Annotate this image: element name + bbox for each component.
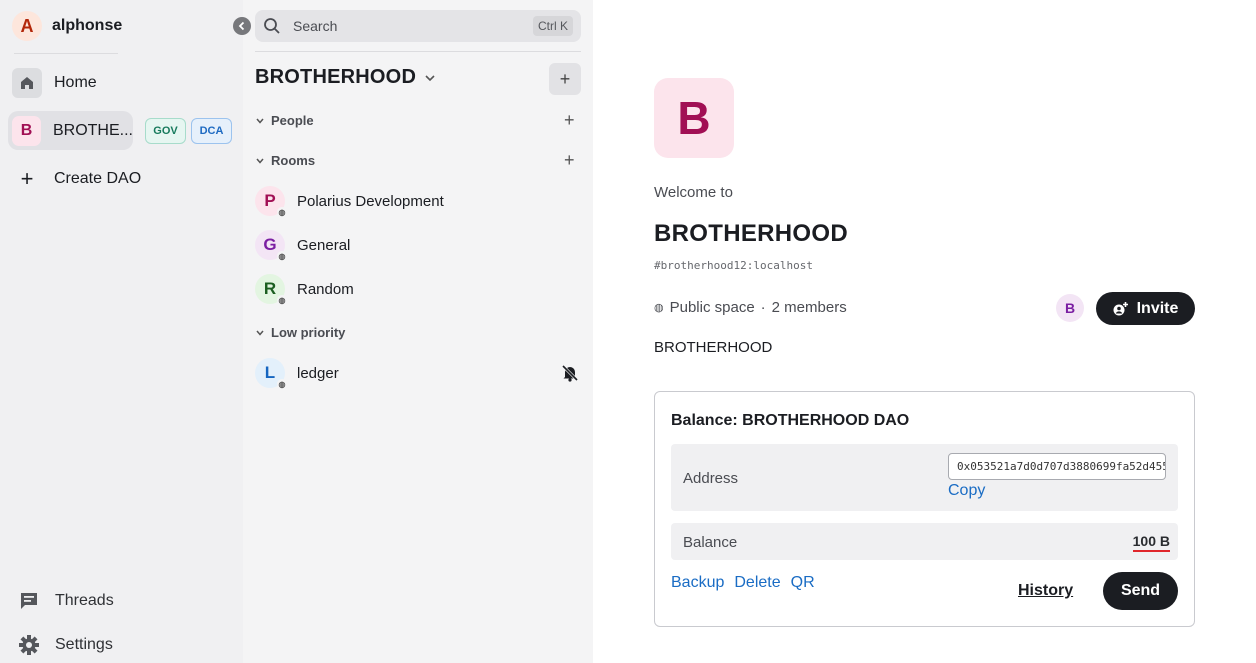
home-button[interactable]: Home — [12, 68, 97, 98]
add-people-button[interactable]: + — [564, 110, 575, 131]
create-dao-button[interactable]: + Create DAO — [12, 166, 142, 192]
space-meta: ◍ Public space · 2 members — [654, 299, 847, 316]
room-avatar: G ◍ — [255, 230, 287, 261]
user-menu[interactable]: A alphonse — [12, 11, 122, 41]
balance-label: Balance — [683, 534, 738, 551]
room-item-random[interactable]: R ◍ Random — [255, 274, 354, 305]
address-field[interactable]: 0x053521a7d0d707d3880699fa52d455⋯ — [948, 453, 1166, 480]
search-input[interactable]: Search Ctrl K — [255, 10, 581, 42]
room-avatar: R ◍ — [255, 274, 287, 305]
space-avatar-large: B — [654, 78, 734, 158]
globe-icon: ◍ — [277, 295, 287, 305]
send-button[interactable]: Send — [1103, 572, 1178, 610]
category-rooms[interactable]: Rooms — [255, 153, 315, 168]
member-avatar[interactable]: B — [1056, 294, 1084, 322]
room-item-polarius-development[interactable]: P ◍ Polarius Development — [255, 186, 444, 217]
add-room-button[interactable]: + — [549, 63, 581, 95]
threads-icon — [21, 593, 37, 609]
invite-button[interactable]: Invite — [1096, 292, 1195, 325]
balance-value: 100 B — [1132, 533, 1170, 552]
space-avatar: B — [12, 115, 41, 146]
globe-icon: ◍ — [277, 379, 287, 389]
room-initial: R — [263, 279, 277, 298]
room-list-panel: Search Ctrl K BROTHERHOOD + People + Roo… — [243, 0, 593, 663]
room-initial: G — [263, 235, 277, 254]
backup-link[interactable]: Backup — [671, 574, 724, 592]
category-label: Low priority — [271, 325, 346, 340]
room-item-general[interactable]: G ◍ General — [255, 230, 351, 261]
room-name: General — [297, 236, 351, 254]
plus-icon: + — [559, 68, 571, 89]
space-label: BROTHE... — [52, 121, 133, 139]
invite-label: Invite — [1136, 299, 1179, 317]
room-avatar: P ◍ — [255, 186, 287, 217]
room-name: Random — [297, 280, 354, 298]
plus-icon: + — [20, 166, 34, 191]
page-title: BROTHERHOOD — [654, 220, 848, 247]
rooms-divider — [255, 51, 581, 52]
home-label: Home — [54, 74, 97, 91]
bell-off-icon[interactable] — [561, 364, 579, 382]
copy-link[interactable]: Copy — [948, 482, 985, 500]
address-row: Address 0x053521a7d0d707d3880699fa52d455… — [671, 444, 1178, 511]
create-dao-label: Create DAO — [54, 170, 142, 187]
category-label: People — [271, 113, 314, 128]
history-button[interactable]: History — [1018, 582, 1073, 600]
user-avatar: A — [12, 11, 42, 41]
qr-link[interactable]: QR — [791, 574, 815, 592]
search-shortcut: Ctrl K — [533, 16, 573, 36]
space-alias: #brotherhood12:localhost — [654, 259, 813, 272]
members-count[interactable]: 2 members — [772, 299, 847, 316]
rail-divider — [14, 53, 118, 54]
wallet-actions: Backup Delete QR — [671, 574, 815, 592]
globe-icon: ◍ — [277, 207, 287, 217]
balance-row: Balance 100 B — [671, 523, 1178, 560]
room-item-ledger[interactable]: L ◍ ledger — [255, 358, 339, 389]
search-icon — [264, 18, 280, 34]
chevron-down-icon — [256, 118, 264, 124]
threads-button[interactable]: Threads — [18, 590, 114, 612]
space-item-brotherhood[interactable]: B BROTHE... — [8, 111, 133, 150]
add-user-icon — [1113, 301, 1128, 315]
globe-icon: ◍ — [654, 302, 664, 314]
space-menu-button[interactable]: BROTHERHOOD — [255, 66, 436, 89]
category-low-priority[interactable]: Low priority — [255, 325, 345, 340]
chevron-down-icon — [425, 74, 435, 81]
chevron-down-icon — [256, 158, 264, 164]
collapse-sidebar-button[interactable] — [233, 17, 251, 35]
threads-label: Threads — [55, 592, 114, 609]
room-initial: L — [264, 363, 276, 382]
balance-card-title: Balance: BROTHERHOOD DAO — [671, 412, 910, 429]
welcome-text: Welcome to — [654, 184, 733, 201]
room-name: Polarius Development — [297, 192, 444, 210]
room-name: ledger — [297, 364, 339, 382]
space-home: B Welcome to BROTHERHOOD #brotherhood12:… — [593, 0, 1256, 663]
globe-icon: ◍ — [277, 251, 287, 261]
delete-link[interactable]: Delete — [734, 574, 780, 592]
user-name: alphonse — [52, 17, 123, 34]
space-topic: BROTHERHOOD — [654, 339, 773, 356]
meta-separator: · — [760, 299, 766, 316]
chevron-down-icon — [256, 330, 264, 336]
settings-label: Settings — [55, 636, 113, 653]
gear-icon — [19, 635, 39, 655]
space-rail: A alphonse Home B BROTHE... GOV DCA + Cr… — [0, 0, 243, 663]
add-room-in-category-button[interactable]: + — [564, 150, 575, 171]
category-label: Rooms — [271, 153, 316, 168]
category-people[interactable]: People — [255, 113, 314, 128]
gov-tag[interactable]: GOV — [145, 118, 186, 144]
home-icon — [12, 68, 42, 98]
address-label: Address — [683, 470, 739, 487]
balance-card: Balance: BROTHERHOOD DAO Address 0x05352… — [654, 391, 1195, 627]
room-avatar: L ◍ — [255, 358, 287, 389]
visibility-label: Public space — [669, 299, 755, 316]
settings-button[interactable]: Settings — [18, 634, 113, 656]
space-title: BROTHERHOOD — [255, 66, 417, 88]
search-placeholder: Search — [293, 18, 338, 34]
chevron-left-icon — [238, 21, 245, 31]
room-initial: P — [264, 191, 276, 210]
dca-tag[interactable]: DCA — [191, 118, 232, 144]
